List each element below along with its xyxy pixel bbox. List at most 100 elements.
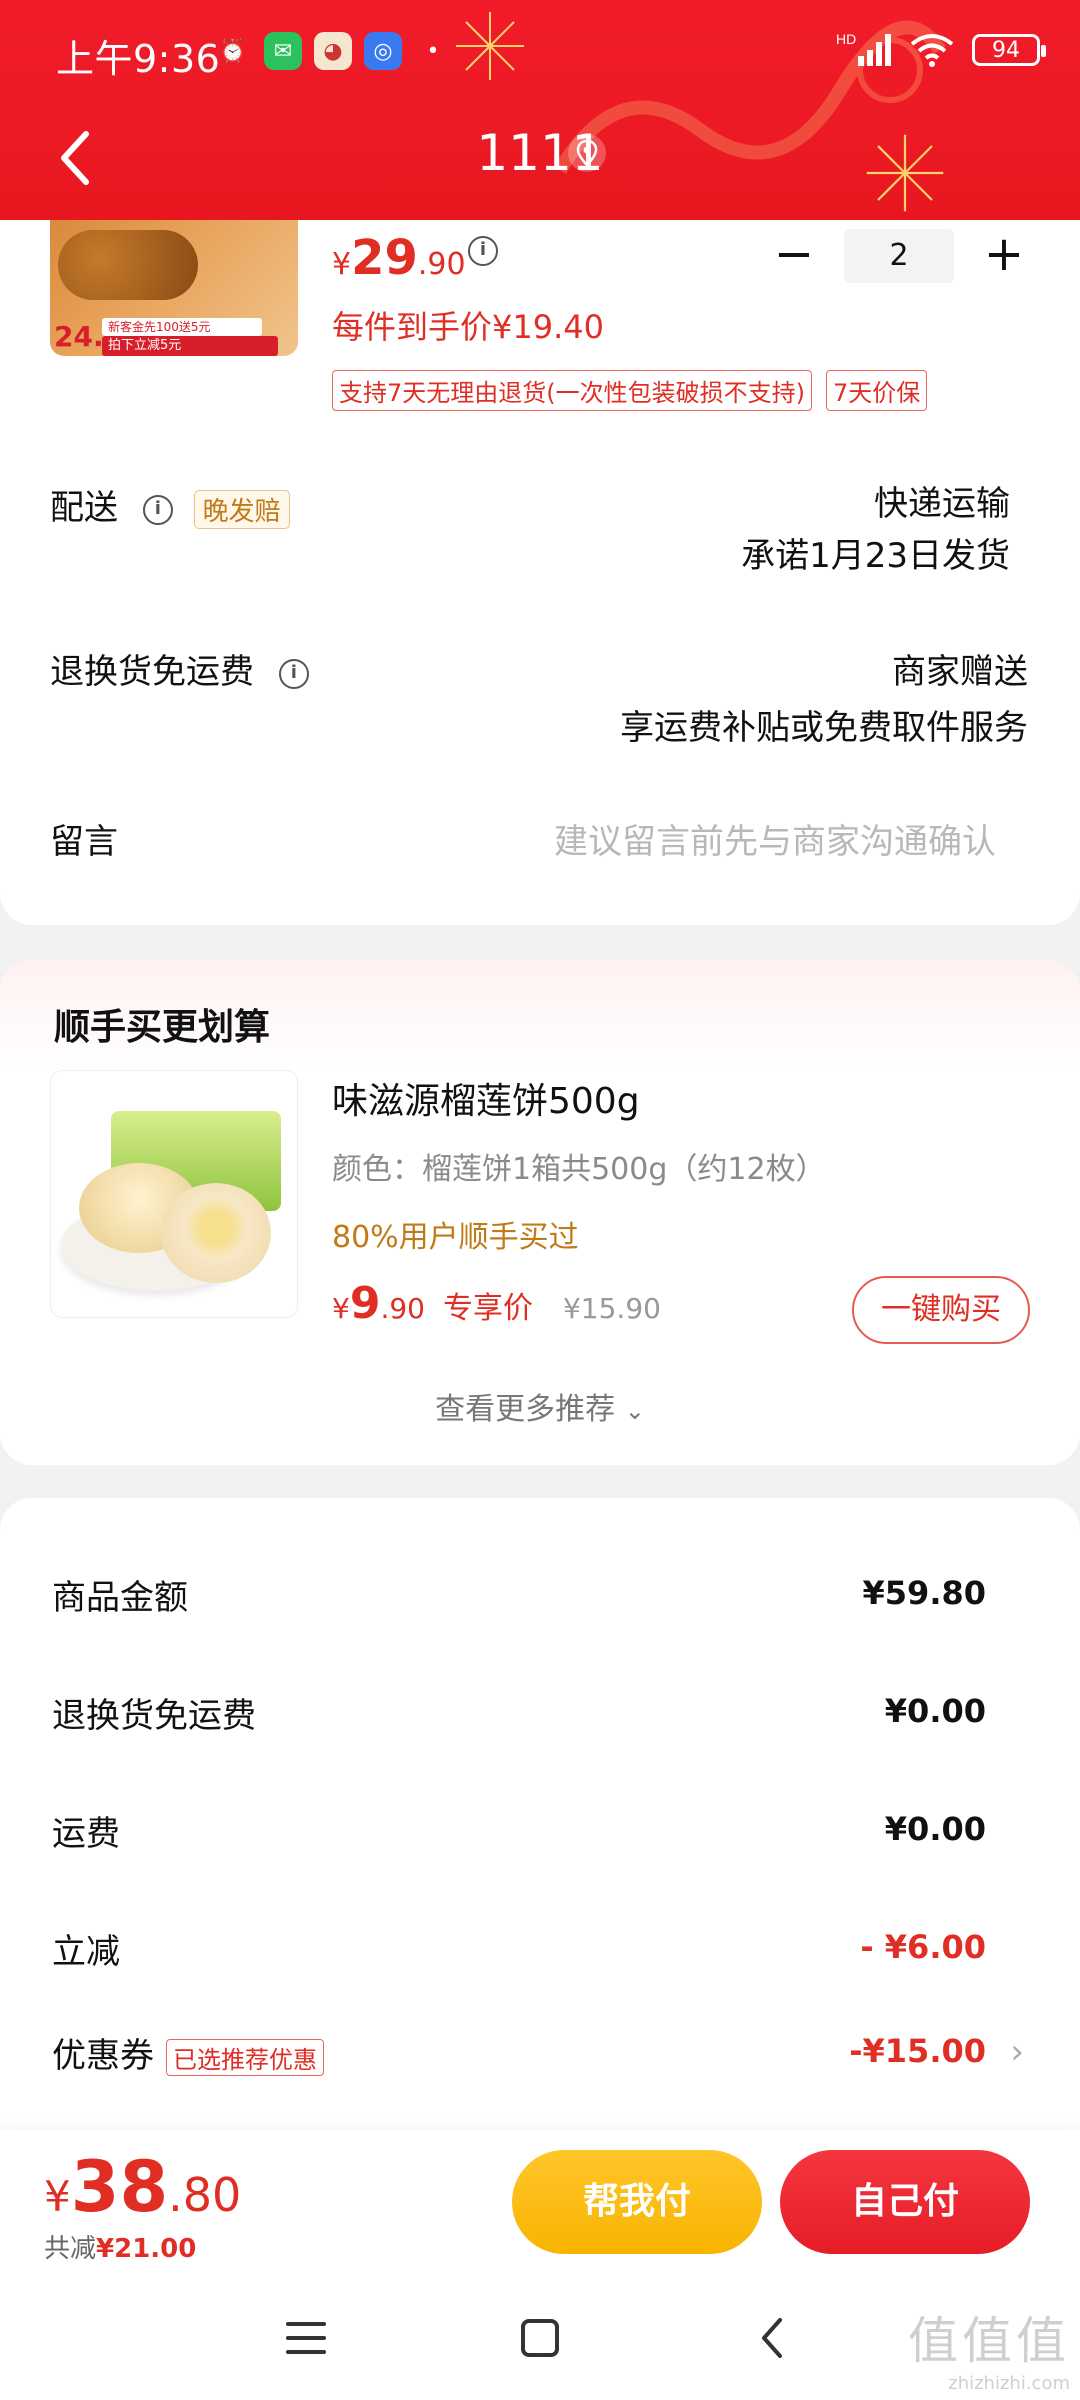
total-integer: 38 [70,2146,169,2228]
location-icon[interactable] [566,132,608,174]
wifi-icon [910,34,954,67]
order-item-card: 24.9 新客金先100送5元 拍下立减5元 ¥29.90 i − 2 + 每件… [0,220,1080,925]
summary-value: ¥0.00 [884,1810,986,1848]
summary-value: ¥0.00 [884,1692,986,1730]
quantity-value[interactable]: 2 [844,229,954,283]
recommend-title: 顺手买更划算 [54,1007,271,1048]
coupon-label: 优惠券 [52,2036,154,2076]
currency-symbol: ¥ [332,1292,350,1325]
decrease-button[interactable]: − [766,228,822,284]
service-tag: 7天价保 [826,370,928,411]
increase-button[interactable]: + [976,228,1032,284]
coupon-row[interactable]: 优惠券 已选推荐优惠 -¥15.00 › [0,2028,1080,2088]
summary-row: 运费 ¥0.00 [0,1806,1080,1866]
help-pay-button[interactable]: 帮我付 [512,2150,762,2254]
svg-text:HD: HD [836,31,856,47]
recommend-social-proof: 80%用户顺手买过 [332,1220,579,1255]
more-dot-icon: • [426,38,440,64]
watermark-url: zhizhizhi.com [948,2373,1070,2394]
service-tags: 支持7天无理由退货(一次性包装破损不支持) 7天价保 [332,370,928,411]
image-badge: 拍下立减5元 [102,336,278,356]
more-recommend-label: 查看更多推荐 [435,1392,616,1427]
summary-label: 商品金额 [52,1578,188,1618]
watermark: 值值值 zhizhizhi.com [908,2301,1070,2394]
menu-icon[interactable] [276,2308,336,2368]
total-price: ¥38.80 [44,2146,241,2228]
return-shipping-info: 商家赠送 享运费补贴或免费取件服务 [620,644,1028,756]
app-header: 上午9:36 ⏰ ✉ ◕ ◎ • HD 94 1111 [0,0,1080,220]
message-label: 留言 [50,822,118,862]
discount-value: - ¥6.00 [860,1928,986,1966]
price-summary-card: 商品金额 ¥59.80 退换货免运费 ¥0.00 运费 ¥0.00 立减 - ¥… [0,1498,1080,2138]
return-shipping-desc: 享运费补贴或免费取件服务 [620,708,1028,748]
total-decimal: .80 [168,2168,242,2222]
page-title: 1111 [476,124,604,182]
delivery-label: 配送 [50,488,118,528]
status-bar: 上午9:36 ⏰ ✉ ◕ ◎ • HD 94 [0,0,1080,105]
recommend-product-image[interactable] [50,1070,298,1318]
app-notification-icon: ◎ [364,32,402,70]
product-price: ¥29.90 [332,230,466,286]
product-photo [58,230,198,300]
coupon-chip: 已选推荐优惠 [166,2039,324,2076]
saved-amount: ¥21.00 [96,2234,197,2264]
saved-label: 共减 [44,2234,97,2264]
summary-label: 退换货免运费 [52,1696,256,1736]
exclusive-price-label: 专享价 [442,1291,533,1326]
status-time: 上午9:36 [56,37,221,81]
alarm-icon: ⏰ [219,38,247,64]
recommend-price: ¥9.90 专享价 ¥15.90 [332,1278,661,1329]
price-decimal: .90 [380,1292,425,1325]
original-price: ¥15.90 [562,1292,661,1325]
self-pay-button[interactable]: 自己付 [780,2150,1030,2254]
price-integer: 29 [351,230,418,286]
delivery-info[interactable]: 快递运输 承诺1月23日发货 [741,478,1010,582]
back-icon[interactable] [744,2308,804,2368]
return-shipping-value: 商家赠送 [892,652,1028,692]
summary-row: 商品金额 ¥59.80 [0,1570,1080,1630]
signal-icon: HD [836,31,891,66]
battery-icon: 94 [972,34,1046,66]
recommend-product-name[interactable]: 味滋源榴莲饼500g [332,1072,640,1124]
chevron-down-icon: ⌄ [624,1397,645,1425]
currency-symbol: ¥ [44,2172,71,2221]
one-click-buy-button[interactable]: 一键购买 [852,1276,1030,1344]
return-shipping-row: 退换货免运费 i [50,644,309,693]
delivery-label-row: 配送 i 晚发赔 [50,480,290,529]
delivery-promise: 承诺1月23日发货 [741,536,1010,576]
chevron-right-icon: › [1010,2032,1024,2072]
status-notification-icons: ⏰ ✉ ◕ ◎ • [214,32,452,70]
title-bar: 1111 [0,110,1080,210]
image-badge: 新客金先100送5元 [102,318,262,336]
product-image[interactable]: 24.9 新客金先100送5元 拍下立减5元 [50,220,298,356]
late-compensation-chip: 晚发赔 [193,490,290,529]
price-decimal: .90 [417,247,466,282]
currency-symbol: ¥ [332,247,352,282]
saved-amount-row: 共减¥21.00 [44,2228,196,2265]
per-item-price: 每件到手价¥19.40 [332,308,604,346]
service-tag: 支持7天无理由退货(一次性包装破损不支持) [332,370,812,411]
price-integer: 9 [349,1278,381,1329]
summary-label: 运费 [52,1814,120,1854]
more-recommend-link[interactable]: 查看更多推荐 ⌄ [0,1384,1080,1428]
summary-value: ¥59.80 [862,1574,986,1612]
watermark-logo: 值值值 [908,2312,1070,2370]
return-info-icon[interactable]: i [278,658,309,689]
system-nav-bar: 值值值 zhizhizhi.com [0,2270,1080,2400]
battery-level: 94 [992,37,1020,63]
quantity-stepper: − 2 + [766,228,1032,284]
checkout-bar: ¥38.80 共减¥21.00 帮我付 自己付 [0,2130,1080,2270]
product-cake [161,1183,271,1283]
summary-row: 退换货免运费 ¥0.00 [0,1688,1080,1748]
coupon-value: -¥15.00 [849,2032,986,2070]
recommend-card: 顺手买更划算 味滋源榴莲饼500g 颜色：榴莲饼1箱共500g（约12枚） 80… [0,960,1080,1465]
wechat-icon: ✉ [264,32,302,70]
status-right-icons: HD 94 [836,30,1046,70]
summary-label: 立减 [52,1932,120,1972]
message-input[interactable]: 建议留言前先与商家沟通确认 [554,814,996,863]
summary-row: 立减 - ¥6.00 [0,1924,1080,1984]
home-icon[interactable] [510,2308,570,2368]
coupon-label-wrap: 优惠券 已选推荐优惠 [52,2028,324,2077]
delivery-info-icon[interactable]: i [142,494,173,525]
price-info-icon[interactable]: i [468,236,498,266]
